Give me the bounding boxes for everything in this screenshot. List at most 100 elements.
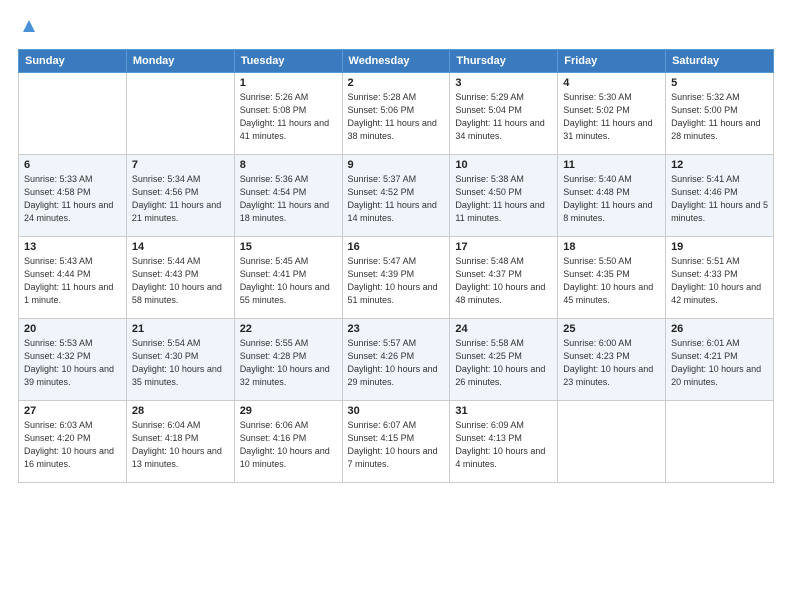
page: SundayMondayTuesdayWednesdayThursdayFrid… bbox=[0, 0, 792, 612]
day-number: 1 bbox=[240, 77, 337, 89]
day-number: 3 bbox=[455, 77, 552, 89]
day-number: 18 bbox=[563, 241, 660, 253]
day-number: 8 bbox=[240, 159, 337, 171]
day-info: Sunrise: 5:58 AMSunset: 4:25 PMDaylight:… bbox=[455, 337, 552, 389]
calendar-week-3: 13 Sunrise: 5:43 AMSunset: 4:44 PMDayligh… bbox=[19, 237, 774, 319]
calendar-cell: 19Sunrise: 5:51 AMSunset: 4:33 PMDayligh… bbox=[666, 237, 774, 319]
day-number: 23 bbox=[348, 323, 445, 335]
calendar-header-friday: Friday bbox=[558, 50, 666, 73]
logo-icon bbox=[21, 18, 37, 34]
day-info: Sunrise: 6:09 AMSunset: 4:13 PMDaylight:… bbox=[455, 419, 552, 471]
day-info: Sunrise: 5:50 AMSunset: 4:35 PMDaylight:… bbox=[563, 255, 660, 307]
day-number: 29 bbox=[240, 405, 337, 417]
day-number: 14 bbox=[132, 241, 229, 253]
day-info: Sunrise: 5:38 AMSunset: 4:50 PMDaylight:… bbox=[455, 173, 552, 225]
day-number: 12 bbox=[671, 159, 768, 171]
day-info: Sunrise: 5:51 AMSunset: 4:33 PMDaylight:… bbox=[671, 255, 768, 307]
day-info: Sunrise: 5:32 AMSunset: 5:00 PMDaylight:… bbox=[671, 91, 768, 143]
calendar-header-monday: Monday bbox=[126, 50, 234, 73]
calendar-cell: 24 Sunrise: 5:58 AMSunset: 4:25 PMDayligh… bbox=[450, 319, 558, 401]
day-info: Sunrise: 5:30 AMSunset: 5:02 PMDaylight:… bbox=[563, 91, 660, 143]
calendar-cell: 8 Sunrise: 5:36 AMSunset: 4:54 PMDaylight… bbox=[234, 155, 342, 237]
day-info: Sunrise: 5:26 AMSunset: 5:08 PMDaylight:… bbox=[240, 91, 337, 143]
calendar-cell bbox=[19, 73, 127, 155]
calendar-cell: 23 Sunrise: 5:57 AMSunset: 4:26 PMDayligh… bbox=[342, 319, 450, 401]
day-info: Sunrise: 6:01 AMSunset: 4:21 PMDaylight:… bbox=[671, 337, 768, 389]
day-number: 24 bbox=[455, 323, 552, 335]
day-info: Sunrise: 6:04 AMSunset: 4:18 PMDaylight:… bbox=[132, 419, 229, 471]
day-info: Sunrise: 5:34 AMSunset: 4:56 PMDaylight:… bbox=[132, 173, 229, 225]
calendar-cell: 3 Sunrise: 5:29 AMSunset: 5:04 PMDaylight… bbox=[450, 73, 558, 155]
day-info: Sunrise: 5:54 AMSunset: 4:30 PMDaylight:… bbox=[132, 337, 229, 389]
calendar-cell: 9Sunrise: 5:37 AMSunset: 4:52 PMDaylight… bbox=[342, 155, 450, 237]
day-number: 6 bbox=[24, 159, 121, 171]
day-info: Sunrise: 5:40 AMSunset: 4:48 PMDaylight:… bbox=[563, 173, 660, 225]
day-info: Sunrise: 6:00 AMSunset: 4:23 PMDaylight:… bbox=[563, 337, 660, 389]
day-info: Sunrise: 5:43 AMSunset: 4:44 PMDaylight:… bbox=[24, 255, 121, 307]
day-number: 20 bbox=[24, 323, 121, 335]
day-info: Sunrise: 5:33 AMSunset: 4:58 PMDaylight:… bbox=[24, 173, 121, 225]
calendar-cell: 12 Sunrise: 5:41 AMSunset: 4:46 PMDayligh… bbox=[666, 155, 774, 237]
calendar-cell: 22Sunrise: 5:55 AMSunset: 4:28 PMDayligh… bbox=[234, 319, 342, 401]
calendar-table: SundayMondayTuesdayWednesdayThursdayFrid… bbox=[18, 49, 774, 483]
day-info: Sunrise: 5:53 AMSunset: 4:32 PMDaylight:… bbox=[24, 337, 121, 389]
calendar-week-2: 6 Sunrise: 5:33 AMSunset: 4:58 PMDaylight… bbox=[19, 155, 774, 237]
calendar-cell: 29 Sunrise: 6:06 AMSunset: 4:16 PMDayligh… bbox=[234, 401, 342, 483]
calendar-header-sunday: Sunday bbox=[19, 50, 127, 73]
calendar-cell: 2Sunrise: 5:28 AMSunset: 5:06 PMDaylight… bbox=[342, 73, 450, 155]
day-info: Sunrise: 6:06 AMSunset: 4:16 PMDaylight:… bbox=[240, 419, 337, 471]
calendar-cell: 13 Sunrise: 5:43 AMSunset: 4:44 PMDayligh… bbox=[19, 237, 127, 319]
calendar-header-saturday: Saturday bbox=[666, 50, 774, 73]
day-info: Sunrise: 5:36 AMSunset: 4:54 PMDaylight:… bbox=[240, 173, 337, 225]
day-number: 16 bbox=[348, 241, 445, 253]
day-number: 11 bbox=[563, 159, 660, 171]
day-number: 4 bbox=[563, 77, 660, 89]
day-info: Sunrise: 5:28 AMSunset: 5:06 PMDaylight:… bbox=[348, 91, 445, 143]
day-number: 10 bbox=[455, 159, 552, 171]
calendar-cell: 31 Sunrise: 6:09 AMSunset: 4:13 PMDayligh… bbox=[450, 401, 558, 483]
day-number: 17 bbox=[455, 241, 552, 253]
calendar-cell bbox=[126, 73, 234, 155]
day-number: 13 bbox=[24, 241, 121, 253]
calendar-week-4: 20 Sunrise: 5:53 AMSunset: 4:32 PMDayligh… bbox=[19, 319, 774, 401]
calendar-header-row: SundayMondayTuesdayWednesdayThursdayFrid… bbox=[19, 50, 774, 73]
calendar-cell: 18 Sunrise: 5:50 AMSunset: 4:35 PMDayligh… bbox=[558, 237, 666, 319]
day-info: Sunrise: 5:57 AMSunset: 4:26 PMDaylight:… bbox=[348, 337, 445, 389]
calendar-header-wednesday: Wednesday bbox=[342, 50, 450, 73]
day-number: 28 bbox=[132, 405, 229, 417]
day-number: 21 bbox=[132, 323, 229, 335]
day-info: Sunrise: 5:45 AMSunset: 4:41 PMDaylight:… bbox=[240, 255, 337, 307]
calendar-week-1: 1 Sunrise: 5:26 AMSunset: 5:08 PMDaylight… bbox=[19, 73, 774, 155]
calendar-cell: 14 Sunrise: 5:44 AMSunset: 4:43 PMDayligh… bbox=[126, 237, 234, 319]
calendar-cell: 26 Sunrise: 6:01 AMSunset: 4:21 PMDayligh… bbox=[666, 319, 774, 401]
day-info: Sunrise: 5:48 AMSunset: 4:37 PMDaylight:… bbox=[455, 255, 552, 307]
logo-text bbox=[18, 18, 37, 39]
calendar-cell: 25 Sunrise: 6:00 AMSunset: 4:23 PMDayligh… bbox=[558, 319, 666, 401]
day-number: 5 bbox=[671, 77, 768, 89]
calendar-cell: 5 Sunrise: 5:32 AMSunset: 5:00 PMDaylight… bbox=[666, 73, 774, 155]
calendar-cell: 17 Sunrise: 5:48 AMSunset: 4:37 PMDayligh… bbox=[450, 237, 558, 319]
day-number: 31 bbox=[455, 405, 552, 417]
day-info: Sunrise: 5:55 AMSunset: 4:28 PMDaylight:… bbox=[240, 337, 337, 389]
calendar-cell: 20 Sunrise: 5:53 AMSunset: 4:32 PMDayligh… bbox=[19, 319, 127, 401]
calendar-header-tuesday: Tuesday bbox=[234, 50, 342, 73]
calendar-cell bbox=[558, 401, 666, 483]
day-number: 7 bbox=[132, 159, 229, 171]
calendar-cell bbox=[666, 401, 774, 483]
calendar-cell: 30Sunrise: 6:07 AMSunset: 4:15 PMDayligh… bbox=[342, 401, 450, 483]
header bbox=[18, 18, 774, 39]
calendar-cell: 21 Sunrise: 5:54 AMSunset: 4:30 PMDayligh… bbox=[126, 319, 234, 401]
day-number: 25 bbox=[563, 323, 660, 335]
day-number: 30 bbox=[348, 405, 445, 417]
calendar-cell: 6 Sunrise: 5:33 AMSunset: 4:58 PMDaylight… bbox=[19, 155, 127, 237]
calendar-cell: 27Sunrise: 6:03 AMSunset: 4:20 PMDayligh… bbox=[19, 401, 127, 483]
calendar-cell: 16 Sunrise: 5:47 AMSunset: 4:39 PMDayligh… bbox=[342, 237, 450, 319]
calendar-cell: 11 Sunrise: 5:40 AMSunset: 4:48 PMDayligh… bbox=[558, 155, 666, 237]
day-info: Sunrise: 5:47 AMSunset: 4:39 PMDaylight:… bbox=[348, 255, 445, 307]
day-info: Sunrise: 5:44 AMSunset: 4:43 PMDaylight:… bbox=[132, 255, 229, 307]
day-info: Sunrise: 5:41 AMSunset: 4:46 PMDaylight:… bbox=[671, 173, 768, 225]
day-number: 26 bbox=[671, 323, 768, 335]
day-info: Sunrise: 5:29 AMSunset: 5:04 PMDaylight:… bbox=[455, 91, 552, 143]
calendar-cell: 28 Sunrise: 6:04 AMSunset: 4:18 PMDayligh… bbox=[126, 401, 234, 483]
calendar-cell: 10 Sunrise: 5:38 AMSunset: 4:50 PMDayligh… bbox=[450, 155, 558, 237]
